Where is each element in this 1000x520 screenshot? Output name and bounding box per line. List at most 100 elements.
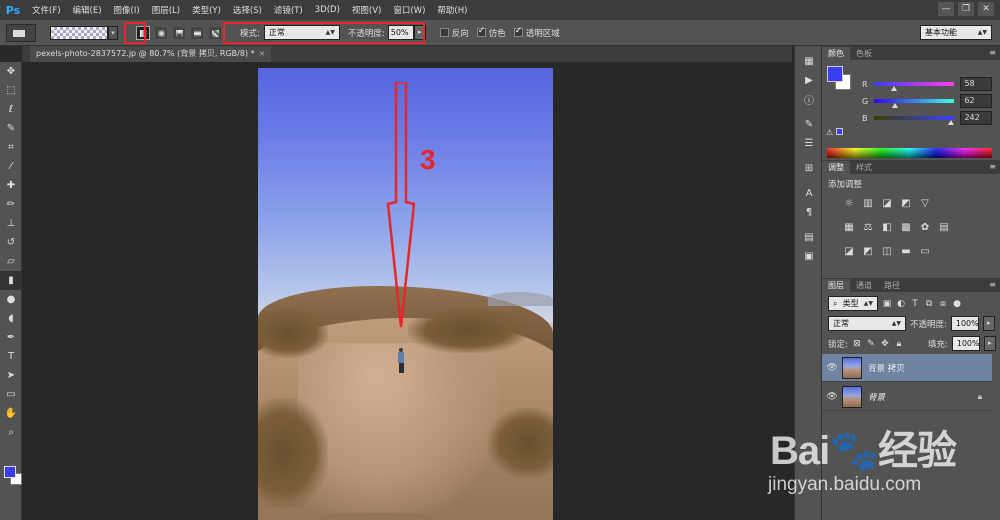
foreground-color-swatch[interactable]	[4, 466, 16, 478]
vibrance-icon[interactable]: ▽	[918, 196, 932, 210]
pen-tool-icon[interactable]: ✒	[0, 328, 22, 347]
selective-color-icon[interactable]: ▭	[918, 244, 932, 258]
marquee-tool-icon[interactable]: ⬚	[0, 81, 22, 100]
minimize-button[interactable]: —	[938, 2, 954, 16]
eraser-tool-icon[interactable]: ▱	[0, 252, 22, 271]
levels-icon[interactable]: ▥	[861, 196, 875, 210]
color-swatches[interactable]	[4, 466, 24, 488]
tab-channels[interactable]: 通道	[850, 279, 878, 292]
close-button[interactable]: ✕	[978, 2, 994, 16]
green-slider[interactable]	[873, 99, 955, 108]
reflected-gradient-button[interactable]	[190, 25, 204, 40]
red-slider-thumb[interactable]	[890, 86, 897, 91]
threshold-icon[interactable]: ◫	[880, 244, 894, 258]
character-panel-icon[interactable]: A	[795, 184, 823, 203]
lock-position-icon[interactable]: ✥	[880, 339, 890, 349]
transparency-option[interactable]: 透明区域	[513, 26, 560, 39]
menu-select[interactable]: 选择(S)	[227, 4, 268, 16]
blue-value-input[interactable]: 242	[960, 111, 992, 125]
adjustment-filter-icon[interactable]: ◐	[896, 299, 906, 309]
gradient-editor-swatch[interactable]	[50, 25, 108, 40]
type-filter-icon[interactable]: T	[910, 299, 920, 309]
properties-panel-icon[interactable]: ▤	[795, 228, 823, 247]
panel-menu-icon[interactable]: ≡	[989, 48, 996, 57]
eye-icon[interactable]: 👁︎	[822, 363, 842, 373]
shape-filter-icon[interactable]: ⧉	[924, 299, 934, 309]
blue-slider-thumb[interactable]	[947, 120, 954, 125]
shape-tool-icon[interactable]: ▭	[0, 385, 22, 404]
panel-menu-icon[interactable]: ≡	[989, 280, 996, 289]
dodge-tool-icon[interactable]: ◖	[0, 309, 22, 328]
blue-slider[interactable]	[873, 116, 955, 125]
menu-image[interactable]: 图像(I)	[108, 4, 146, 16]
green-value-input[interactable]: 62	[960, 94, 992, 108]
close-tab-icon[interactable]: ×	[259, 49, 266, 58]
blend-mode-select[interactable]: 正常 ▲▼	[828, 316, 906, 331]
menu-layer[interactable]: 图层(L)	[146, 4, 186, 16]
history-panel-icon[interactable]: ▦	[795, 52, 823, 71]
posterize-icon[interactable]: ◩	[861, 244, 875, 258]
healing-tool-icon[interactable]: ✚	[0, 176, 22, 195]
tab-layers[interactable]: 图层	[822, 279, 850, 292]
menu-edit[interactable]: 编辑(E)	[67, 4, 108, 16]
red-value-input[interactable]: 58	[960, 77, 992, 91]
hand-tool-icon[interactable]: ✋	[0, 404, 22, 423]
smart-object-filter-icon[interactable]: ⧈	[938, 299, 948, 309]
actions-panel-icon[interactable]: ▶	[795, 71, 823, 90]
dither-checkbox[interactable]	[476, 26, 486, 37]
hue-saturation-icon[interactable]: ▦	[842, 220, 856, 234]
photo-filter-icon[interactable]: ▩	[899, 220, 913, 234]
tab-color[interactable]: 颜色	[822, 47, 850, 60]
document-tab[interactable]: pexels-photo-2837572.jp @ 80.7% (背景 拷贝, …	[30, 46, 272, 62]
reverse-option[interactable]: 反向	[439, 27, 469, 39]
layer-kind-filter[interactable]: ⌕ 类型 ▲▼	[828, 296, 878, 311]
paragraph-panel-icon[interactable]: ¶	[795, 203, 823, 222]
brush-tool-icon[interactable]: ✏	[0, 195, 22, 214]
eyedropper-tool-icon[interactable]: ⁄	[0, 157, 22, 176]
color-balance-icon[interactable]: ⚖	[861, 220, 875, 234]
pixel-filter-icon[interactable]: ▣	[882, 299, 892, 309]
tab-adjustments[interactable]: 调整	[822, 161, 850, 174]
color-panel-foreground-swatch[interactable]	[827, 66, 843, 82]
menu-type[interactable]: 类型(Y)	[186, 4, 227, 16]
menu-filter[interactable]: 滤镜(T)	[268, 4, 309, 16]
brush-presets-icon[interactable]: ☰	[795, 134, 823, 153]
layer-name[interactable]: 背景	[868, 391, 885, 403]
eye-icon[interactable]: 👁︎	[822, 392, 842, 402]
tab-styles[interactable]: 样式	[850, 161, 878, 174]
crop-tool-icon[interactable]: ⌗	[0, 138, 22, 157]
blur-tool-icon[interactable]: ●	[0, 290, 22, 309]
channel-mixer-icon[interactable]: ✿	[918, 220, 932, 234]
quick-select-tool-icon[interactable]: ✎	[0, 119, 22, 138]
fill-input[interactable]: 100%	[951, 336, 980, 351]
gamut-warning-icon[interactable]: ⚠	[826, 128, 843, 137]
menu-view[interactable]: 视图(V)	[346, 4, 387, 16]
menu-help[interactable]: 帮助(H)	[431, 4, 473, 16]
layer-row[interactable]: 👁︎ 背景 拷贝	[822, 354, 992, 382]
filter-toggle-icon[interactable]: ●	[952, 299, 962, 309]
diamond-gradient-button[interactable]	[208, 25, 222, 40]
radial-gradient-button[interactable]	[154, 25, 168, 40]
reverse-checkbox[interactable]	[439, 28, 449, 37]
transparency-checkbox[interactable]	[513, 26, 523, 37]
workspace-select[interactable]: 基本功能 ▲▼	[920, 25, 992, 40]
layer-opacity-slider-button[interactable]: ▸	[982, 316, 995, 331]
restore-button[interactable]: ❐	[958, 2, 974, 16]
gradient-tool-icon[interactable]: ▮	[0, 271, 22, 290]
layer-name[interactable]: 背景 拷贝	[868, 362, 905, 374]
menu-window[interactable]: 窗口(W)	[387, 4, 431, 16]
info-panel-icon[interactable]: ⓘ	[795, 90, 823, 109]
lock-transparent-icon[interactable]: ⊠	[852, 339, 862, 349]
fill-slider-button[interactable]: ▸	[983, 336, 996, 351]
layer-comps-icon[interactable]: ▣	[795, 247, 823, 266]
tab-swatches[interactable]: 色板	[850, 47, 878, 60]
gradient-map-icon[interactable]: ▬	[899, 244, 913, 258]
lasso-tool-icon[interactable]: ℓ	[0, 100, 22, 119]
zoom-tool-icon[interactable]: ⌕	[0, 423, 22, 442]
exposure-icon[interactable]: ◩	[899, 196, 913, 210]
type-tool-icon[interactable]: T	[0, 347, 22, 366]
history-brush-tool-icon[interactable]: ↺	[0, 233, 22, 252]
panel-menu-icon[interactable]: ≡	[989, 162, 996, 171]
curves-icon[interactable]: ◪	[880, 196, 894, 210]
color-lookup-icon[interactable]: ▤	[937, 220, 951, 234]
